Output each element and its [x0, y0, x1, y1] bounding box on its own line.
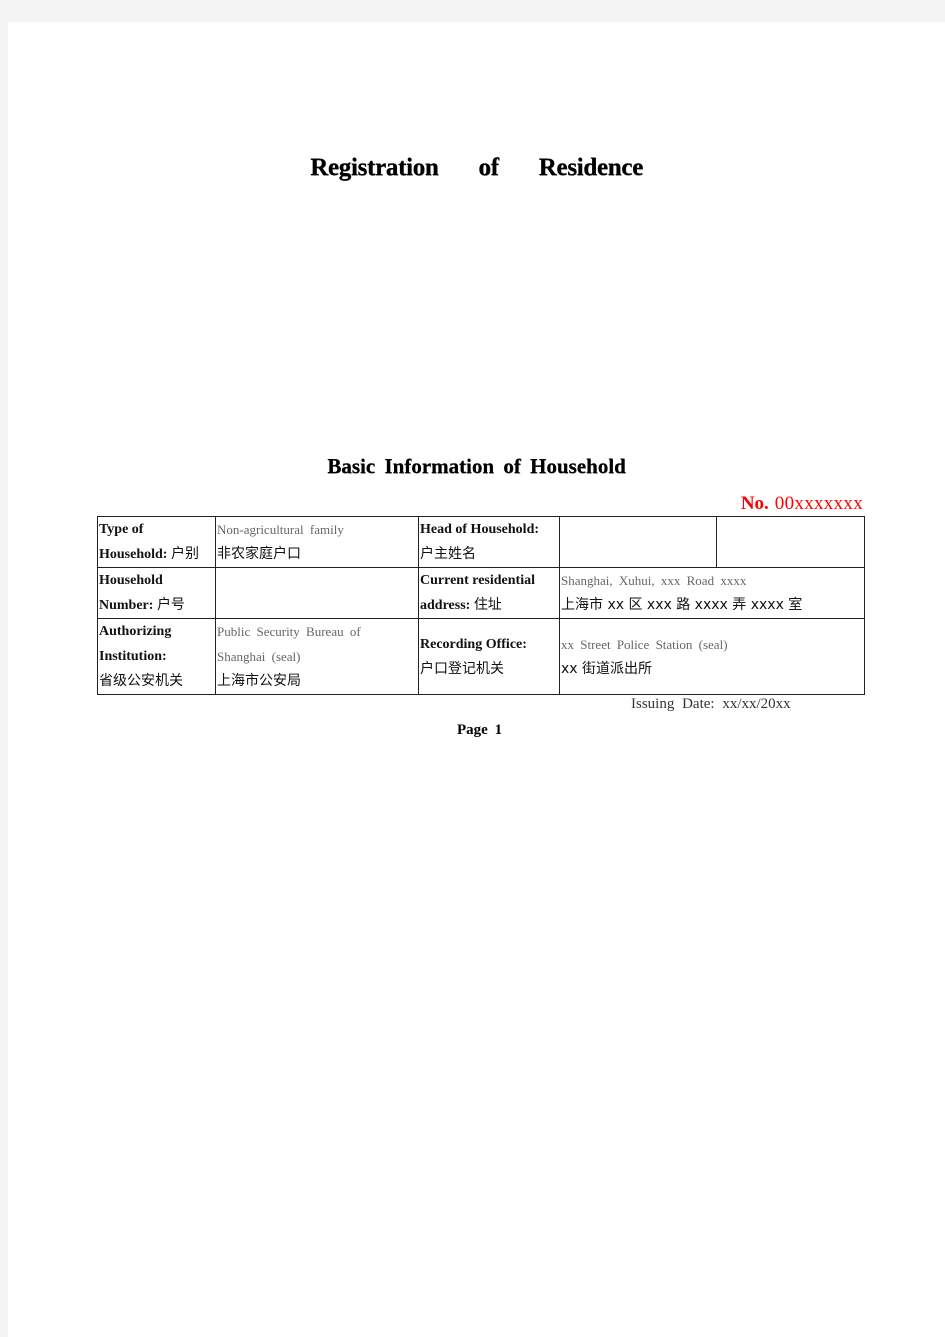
label-cn: 户主姓名 [420, 546, 476, 562]
label-en: Recording Office: [420, 636, 527, 652]
address-label-cell: Current residential address: 住址 [418, 567, 560, 619]
address-value-cell: Shanghai, Xuhui, xxx Road xxxx 上海市 xx 区 … [559, 567, 865, 619]
household-info-table: Type of Household: 户别 Non-agricultural f… [97, 516, 865, 695]
value-en: Public Security Bureau of [217, 624, 361, 639]
title-word: Registration [310, 154, 439, 181]
household-number-value-cell [215, 567, 419, 619]
document-number: No. 00xxxxxxx [741, 493, 863, 515]
table-row: Type of Household: 户别 Non-agricultural f… [97, 516, 865, 568]
value-en: Non-agricultural family [217, 522, 344, 537]
document-number-label: No. [740, 493, 769, 514]
value-en: Shanghai, Xuhui, xxx Road xxxx [561, 573, 747, 588]
issuing-date: Issuing Date: xx/xx/20xx [631, 696, 791, 712]
head-of-household-value-cell [559, 516, 717, 568]
label-cn: 户口登记机关 [420, 660, 504, 677]
label-en: Head of Household: [420, 522, 540, 537]
title-word: Residence [538, 154, 644, 181]
document-title: Registration of Residence [8, 154, 945, 182]
value-cn: 非农家庭户口 [217, 546, 301, 562]
value-cn: xx 街道派出所 [561, 660, 653, 677]
section-heading: Basic Information of Household [327, 454, 626, 478]
table-row: Authorizing Institution: 省级公安机关 Public S… [97, 618, 865, 695]
label-en: Household [99, 573, 163, 588]
label-cn: 户别 [170, 546, 199, 562]
label-en: Household: [99, 547, 168, 562]
document-page: Registration of Residence Basic Informatio… [8, 22, 945, 1337]
label-en: Type of [99, 522, 144, 537]
authorizing-institution-label-cell: Authorizing Institution: 省级公安机关 [97, 618, 216, 695]
authorizing-institution-value-cell: Public Security Bureau of Shanghai (seal… [215, 618, 419, 695]
household-number-label-cell: Household Number: 户号 [97, 567, 216, 619]
value-en: xx Street Police Station (seal) [561, 636, 728, 652]
recording-office-label-cell: Recording Office: 户口登记机关 [418, 618, 560, 695]
label-cn: 户号 [156, 597, 185, 613]
label-cn: 住址 [473, 597, 502, 613]
page-number: Page 1 [457, 722, 503, 738]
document-number-value: 00xxxxxxx [774, 493, 863, 514]
title-word: of [478, 154, 499, 181]
head-of-household-extra-cell [716, 516, 865, 568]
value-cn: 上海市 xx 区 xxx 路 xxxx 弄 xxxx 室 [561, 597, 803, 613]
label-en: Authorizing [99, 624, 172, 639]
recording-office-value-cell: xx Street Police Station (seal) xx 街道派出所 [559, 618, 865, 695]
table-row: Household Number: 户号 Current residential… [97, 567, 865, 619]
value-cn: 上海市公安局 [217, 673, 301, 689]
label-en: Current residential [420, 573, 535, 588]
household-type-label-cell: Type of Household: 户别 [97, 516, 216, 568]
label-en: Number: [99, 598, 154, 613]
value-en: Shanghai (seal) [217, 649, 301, 664]
label-cn: 省级公安机关 [99, 673, 183, 689]
label-en: address: [420, 598, 471, 613]
label-en: Institution: [99, 649, 167, 664]
head-of-household-label-cell: Head of Household: 户主姓名 [418, 516, 560, 568]
household-type-value-cell: Non-agricultural family 非农家庭户口 [215, 516, 419, 568]
